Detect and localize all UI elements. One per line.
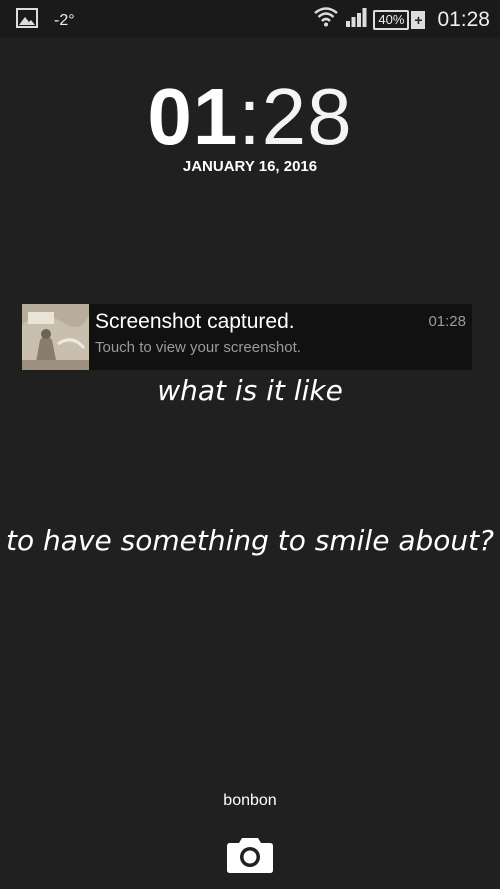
image-icon	[16, 8, 38, 33]
clock-hours: 01	[147, 72, 239, 161]
wallpaper-text-line1: what is it like	[157, 374, 343, 407]
charging-icon: +	[411, 10, 426, 29]
signal-icon	[345, 7, 367, 32]
battery-icon: 40% +	[373, 9, 426, 30]
lockscreen-date: JANUARY 16, 2016	[182, 158, 318, 175]
clock-minutes: 28	[261, 72, 353, 161]
notification-title: Screenshot captured.	[95, 310, 295, 333]
notification-time: 01:28	[428, 313, 466, 330]
lockscreen-clock: 01:28	[0, 72, 500, 162]
screenshot-notification[interactable]: Screenshot captured. Touch to view your …	[22, 304, 472, 370]
battery-level: 40%	[373, 9, 410, 30]
screenshot-thumbnail	[22, 304, 89, 370]
status-time: 01:28	[437, 7, 490, 31]
wifi-icon	[313, 6, 339, 33]
notification-subtitle: Touch to view your screenshot.	[95, 339, 301, 356]
temperature-text: -2°	[54, 11, 75, 29]
clock-separator: :	[238, 72, 262, 161]
camera-icon[interactable]	[226, 834, 274, 874]
owner-info: bonbon	[223, 792, 277, 809]
wallpaper-text-line2: to have something to smile about?	[6, 524, 494, 557]
status-bar: -2° 40% + 01:28	[0, 0, 500, 38]
